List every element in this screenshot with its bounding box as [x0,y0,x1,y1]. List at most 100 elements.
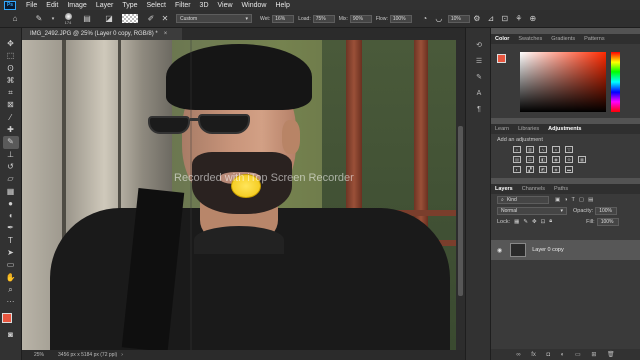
vibrance-icon[interactable]: ▽ [565,146,573,153]
vertical-scrollbar[interactable] [456,40,465,350]
eraser-tool-icon[interactable]: ▱ [3,173,19,185]
foreground-color-swatch[interactable] [1,312,12,323]
brush-load-icon[interactable]: ◪ [102,14,116,23]
invert-icon[interactable]: ◐ [513,166,521,173]
wet-input[interactable]: 16% [272,14,295,23]
zoom-tool-icon[interactable]: ⌕ [3,284,19,296]
hand-tool-icon[interactable]: ✋ [3,272,19,284]
path-select-tool-icon[interactable]: ➤ [3,247,19,259]
brush-preset-picker[interactable]: 174 [60,12,76,25]
blend-preset-select[interactable]: Custom ▾ [176,14,252,23]
pen-tool-icon[interactable]: ✒ [3,222,19,234]
gradient-map-icon[interactable]: ▬ [565,166,573,173]
color-picker-field[interactable] [520,52,606,112]
menu-type[interactable]: Type [122,2,137,9]
hue-slider[interactable] [611,52,620,112]
blend-mode-select[interactable]: Normal ▾ [497,206,567,215]
document-tab[interactable]: IMG_2492.JPG @ 25% (Layer 0 copy, RGB/8)… [22,28,182,40]
black-white-icon[interactable]: ◧ [539,156,547,163]
mixer-brush-tool-icon[interactable]: ✎ [32,14,46,23]
curves-icon[interactable]: ∿ [539,146,547,153]
menu-edit[interactable]: Edit [46,2,58,9]
zoom-level[interactable]: 25% [34,352,44,358]
menu-view[interactable]: View [218,2,233,9]
flow-input[interactable]: 100% [389,14,412,23]
delete-layer-icon[interactable]: 🗑︎ [607,351,615,358]
lock-all-icon[interactable]: 🔒︎ [549,218,552,225]
clone-stamp-tool-icon[interactable]: ⊥ [3,149,19,161]
settings-gear-icon[interactable]: ⚙ [470,14,484,23]
quick-select-tool-icon[interactable]: ⌘ [3,75,19,87]
panel-foreground-swatch[interactable] [497,54,506,63]
tab-libraries[interactable]: Libraries [518,126,539,132]
brush-tool-icon[interactable]: ✎ [2,136,19,149]
marquee-tool-icon[interactable]: ⬚ [3,50,19,62]
symmetry-icon[interactable]: ⚘ [512,14,526,23]
rectangle-tool-icon[interactable]: ▭ [3,259,19,271]
more-tools-icon[interactable]: ··· [3,296,19,308]
lock-pixels-icon[interactable]: ▦ [514,219,519,225]
menu-3d[interactable]: 3D [200,2,209,9]
load-input[interactable]: 75% [312,14,335,23]
chevron-right-icon[interactable]: › [121,352,123,358]
menu-window[interactable]: Window [242,2,267,9]
tab-paths[interactable]: Paths [554,186,568,192]
lock-move-icon[interactable]: ✥ [532,219,537,225]
new-adjustment-icon[interactable]: ◐ [561,352,565,358]
quick-mask-icon[interactable]: ◙ [3,329,19,341]
new-group-icon[interactable]: ▭ [575,351,581,358]
selective-color-icon[interactable]: ◈ [552,166,560,173]
clean-brush-icon[interactable]: ✕ [158,14,172,23]
tab-swatches[interactable]: Swatches [518,36,542,42]
menu-select[interactable]: Select [147,2,166,9]
filter-type-icon[interactable]: T [572,197,575,203]
tab-adjustments[interactable]: Adjustments [548,126,581,132]
filter-shape-icon[interactable]: ▢ [579,197,584,203]
tab-channels[interactable]: Channels [522,186,545,192]
blur-tool-icon[interactable]: ● [3,198,19,210]
lock-paint-icon[interactable]: ✎ [523,219,528,225]
scrollbar-thumb[interactable] [458,126,463,296]
tab-layers[interactable]: Layers [495,186,513,192]
color-balance-icon[interactable]: ⚖ [526,156,534,163]
current-brush-load-swatch[interactable] [122,14,138,23]
crop-tool-icon[interactable]: ⌗ [3,87,19,99]
menu-layer[interactable]: Layer [96,2,114,9]
link-layers-icon[interactable]: ∞ [516,352,520,358]
threshold-icon[interactable]: ◩ [539,166,547,173]
brush-panel-icon[interactable]: ✎ [466,70,492,86]
history-brush-tool-icon[interactable]: ↺ [3,161,19,173]
chevron-down-icon[interactable]: ▾ [46,16,60,22]
filter-pixel-icon[interactable]: ▣ [555,197,560,203]
smoothing-icon[interactable]: ◡ [432,14,446,23]
fill-input[interactable]: 100% [596,217,619,226]
brightness-contrast-icon[interactable]: ☼ [513,146,521,153]
load-brush-icon[interactable]: ✐ [144,14,158,23]
healing-brush-tool-icon[interactable]: ✚ [3,124,19,136]
add-mask-icon[interactable]: ◘ [547,352,551,358]
tab-patterns[interactable]: Patterns [584,36,604,42]
tab-color[interactable]: Color [495,36,509,42]
menu-help[interactable]: Help [275,2,289,9]
pressure-icon[interactable]: ⊕ [526,14,540,23]
filter-adjust-icon[interactable]: ◑ [564,197,567,203]
visibility-eye-icon[interactable]: ◉ [497,247,502,254]
tab-learn[interactable]: Learn [495,126,509,132]
history-icon[interactable]: ⟲ [466,38,492,54]
lock-artboard-icon[interactable]: ⊡ [541,219,546,225]
close-icon[interactable]: × [164,31,168,37]
filter-smart-icon[interactable]: ▤ [588,197,593,203]
lasso-tool-icon[interactable]: ʘ [3,63,19,75]
move-tool-icon[interactable]: ✥ [3,38,19,50]
layer-row[interactable]: ◉ Layer 0 copy [491,240,640,260]
layer-kind-filter[interactable]: ⌕ Kind [497,195,549,204]
properties-icon[interactable]: ☰ [466,54,492,70]
character-icon[interactable]: A [466,86,492,102]
menu-filter[interactable]: Filter [175,2,191,9]
menu-file[interactable]: File [26,2,37,9]
airbrush-icon[interactable]: ◔ [418,14,432,23]
brush-settings-icon[interactable]: ▤ [80,14,94,23]
posterize-icon[interactable]: ▞ [526,166,534,173]
new-layer-icon[interactable]: ⊞ [591,351,596,358]
hue-saturation-icon[interactable]: ▤ [513,156,521,163]
